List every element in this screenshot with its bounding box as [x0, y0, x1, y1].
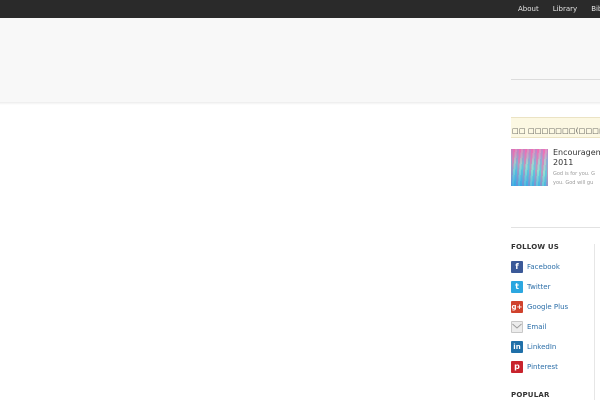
- social-link-twitter[interactable]: t Twitter: [511, 281, 591, 294]
- post-excerpt-line-2: you. God will gu: [553, 180, 594, 186]
- social-link-linkedin[interactable]: in LinkedIn: [511, 341, 591, 354]
- featured-post[interactable]: Encouragem 2011 God is for you. G you. G…: [511, 149, 600, 189]
- social-link-google-plus[interactable]: g+ Google Plus: [511, 301, 591, 314]
- post-excerpt: God is for you. G you. God will gu: [553, 170, 600, 188]
- social-label-email[interactable]: Email: [527, 321, 546, 333]
- nav-link-library[interactable]: Library: [553, 0, 577, 18]
- announcement-ticker: □□ □□□□□□□(□□□□□□: [511, 117, 600, 138]
- header-divider: [511, 79, 600, 80]
- follow-us-heading: FOLLOW US: [511, 243, 560, 251]
- site-header: [0, 18, 600, 103]
- social-label-twitter[interactable]: Twitter: [527, 281, 550, 293]
- sidebar-vertical-divider: [594, 244, 595, 400]
- social-label-facebook[interactable]: Facebook: [527, 261, 560, 273]
- google-plus-icon[interactable]: g+: [511, 301, 523, 313]
- popular-heading: POPULAR: [511, 391, 550, 399]
- social-link-pinterest[interactable]: p Pinterest: [511, 361, 591, 374]
- header-shadow: [0, 102, 600, 105]
- email-icon[interactable]: [511, 321, 523, 333]
- ticker-text: □□ □□□□□□□(□□□□□□: [512, 127, 600, 135]
- twitter-icon[interactable]: t: [511, 281, 523, 293]
- sidebar-divider: [511, 227, 600, 228]
- facebook-icon[interactable]: f: [511, 261, 523, 273]
- social-label-pinterest[interactable]: Pinterest: [527, 361, 558, 373]
- top-nav: About Library Bibl: [518, 0, 600, 18]
- post-title[interactable]: Encouragem 2011: [553, 149, 600, 168]
- linkedin-icon[interactable]: in: [511, 341, 523, 353]
- nav-link-bible[interactable]: Bibl: [591, 0, 600, 18]
- post-title-line-1[interactable]: Encouragem: [553, 149, 600, 158]
- post-title-line-2[interactable]: 2011: [553, 158, 600, 168]
- social-link-email[interactable]: Email: [511, 321, 591, 334]
- social-label-linkedin[interactable]: LinkedIn: [527, 341, 556, 353]
- nav-link-about[interactable]: About: [518, 0, 539, 18]
- top-bar: About Library Bibl: [0, 0, 600, 18]
- post-excerpt-line-1: God is for you. G: [553, 171, 595, 177]
- pinterest-icon[interactable]: p: [511, 361, 523, 373]
- post-thumbnail[interactable]: [511, 149, 548, 186]
- social-label-google-plus[interactable]: Google Plus: [527, 301, 568, 313]
- social-link-facebook[interactable]: f Facebook: [511, 261, 591, 274]
